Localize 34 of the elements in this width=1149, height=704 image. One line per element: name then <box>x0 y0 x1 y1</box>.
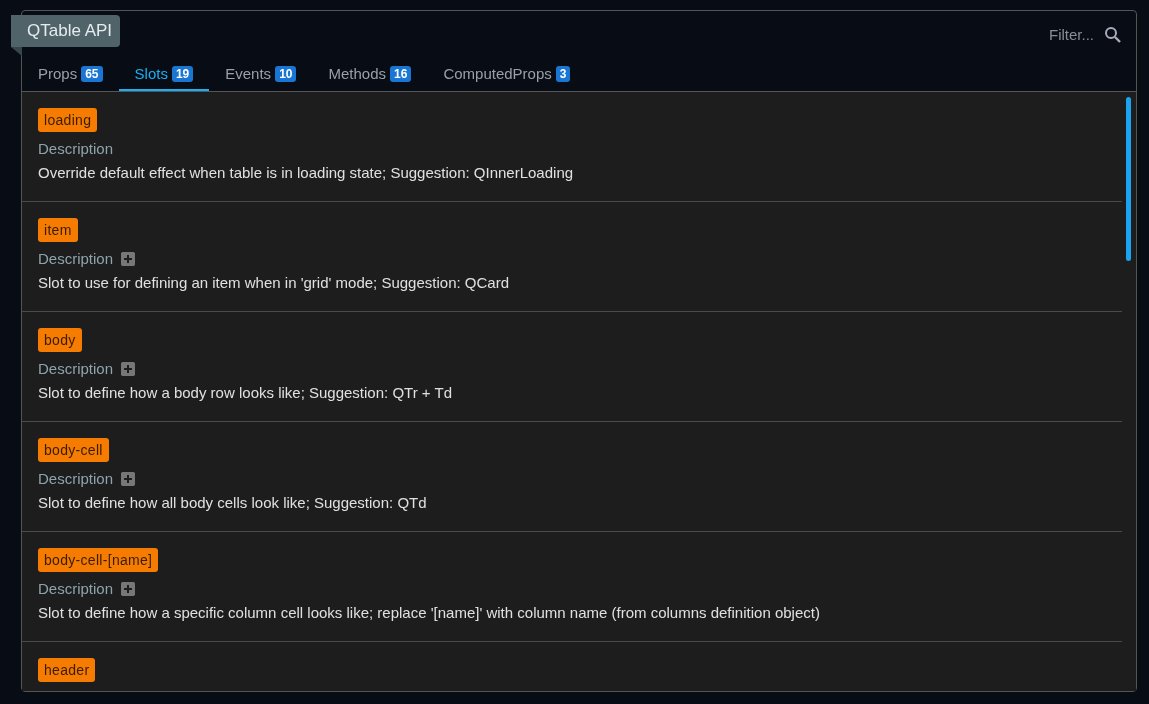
search-icon[interactable] <box>1104 25 1122 44</box>
filter-field[interactable]: Filter... <box>1032 26 1094 43</box>
description-label: Description <box>38 580 114 598</box>
slot-name-tag: loading <box>38 108 98 132</box>
count-badge: 10 <box>275 65 297 82</box>
description-label: Description <box>38 360 114 378</box>
count-badge: 65 <box>81 65 103 82</box>
expand-icon[interactable] <box>121 362 136 376</box>
tab[interactable]: Methods 16 <box>312 58 428 91</box>
expand-icon[interactable] <box>121 582 136 596</box>
description-label: Description <box>38 140 114 158</box>
description-label: Description <box>38 250 114 268</box>
count-badge: 3 <box>555 65 571 82</box>
description-label: Description <box>38 470 114 488</box>
expand-icon[interactable] <box>121 472 136 486</box>
slot-name-tag: item <box>38 218 78 242</box>
slot-description: Slot to define how all body cells look like; Suggestion: QTd <box>38 494 428 512</box>
tab[interactable]: Events 10 <box>209 58 313 91</box>
title-badge: QTable API <box>11 15 121 47</box>
count-badge: 19 <box>171 65 194 82</box>
slot-name-tag: body-cell <box>38 438 109 462</box>
slot-name-tag: body-cell-[name] <box>38 548 159 572</box>
slot-description: Slot to define how a body row looks like; Suggestion: QTr + Td <box>38 384 453 402</box>
slot-name-tag: body <box>38 328 82 352</box>
scrollbar[interactable] <box>1126 97 1131 261</box>
slot-name-tag: header <box>38 658 96 682</box>
tab[interactable]: Props 65 <box>22 58 119 91</box>
slot-description: Override default effect when table is in loading state; Suggestion: QInnerLoading <box>38 164 575 182</box>
count-badge: 16 <box>390 65 412 82</box>
ribbon-fold-icon <box>11 47 22 56</box>
tab[interactable]: ComputedProps 3 <box>427 58 587 91</box>
slot-description: Slot to use for defining an item when in 'grid' mode; Suggestion: QCard <box>38 274 510 292</box>
expand-icon[interactable] <box>121 252 136 266</box>
slot-description: Slot to define how a specific column cell looks like; replace '[name]' with column name (from columns definition object) <box>38 604 821 622</box>
